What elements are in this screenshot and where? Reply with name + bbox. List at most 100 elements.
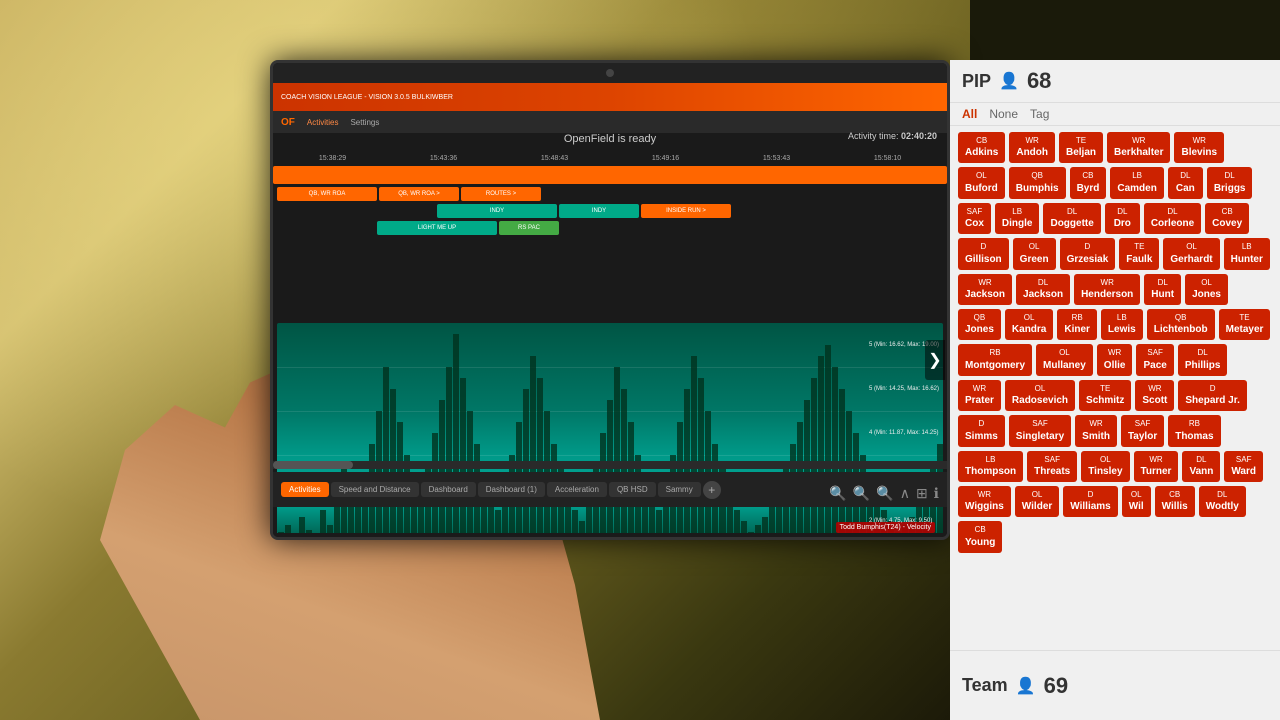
player-tag-radosevich[interactable]: OLRadosevich — [1005, 380, 1075, 411]
filter-none[interactable]: None — [989, 107, 1018, 121]
player-tag-willis[interactable]: CBWillis — [1155, 486, 1195, 517]
session-block-inside-run[interactable]: INSIDE RUN > — [641, 204, 731, 218]
player-tag-doggette[interactable]: DLDoggette — [1043, 203, 1100, 234]
player-tag-williams[interactable]: DWilliams — [1063, 486, 1117, 517]
player-tag-ollie[interactable]: WROllie — [1097, 344, 1133, 375]
player-tag-berkhalter[interactable]: WRBerkhalter — [1107, 132, 1170, 163]
panel-collapse-button[interactable]: ❯ — [925, 340, 945, 380]
session-block-rs-pac[interactable]: RS PAC — [499, 221, 559, 235]
tab-speed-distance[interactable]: Speed and Distance — [331, 482, 419, 497]
session-row-2: INDY INDY INSIDE RUN > — [277, 203, 943, 219]
player-tag-montgomery[interactable]: RBMontgomery — [958, 344, 1032, 375]
nav-activities[interactable]: Activities — [307, 118, 339, 127]
player-tag-mullaney[interactable]: OLMullaney — [1036, 344, 1093, 375]
add-tab-button[interactable]: + — [703, 481, 721, 499]
filter-all[interactable]: All — [962, 107, 977, 121]
player-tag-dingle[interactable]: LBDingle — [995, 203, 1040, 234]
tab-qb-hsd[interactable]: QB HSD — [609, 482, 656, 497]
player-tag-wilder[interactable]: OLWilder — [1015, 486, 1059, 517]
player-tag-briggs[interactable]: DLBriggs — [1207, 167, 1253, 198]
expand-icon[interactable]: ∧ — [900, 485, 910, 502]
player-tag-faulk[interactable]: TEFaulk — [1119, 238, 1159, 269]
session-block-light-me-up[interactable]: LIGHT ME UP — [377, 221, 497, 235]
player-tag-cox[interactable]: SAFCox — [958, 203, 991, 234]
player-tag-gerhardt[interactable]: OLGerhardt — [1163, 238, 1219, 269]
player-tag-wodtly[interactable]: DLWodtly — [1199, 486, 1246, 517]
session-block-indy1[interactable]: INDY — [437, 204, 557, 218]
tab-sammy[interactable]: Sammy — [658, 482, 701, 497]
chart-bar — [348, 503, 354, 533]
player-tag-byrd[interactable]: CBByrd — [1070, 167, 1107, 198]
player-tag-wiggins[interactable]: WRWiggins — [958, 486, 1011, 517]
player-tag-beljan[interactable]: TEBeljan — [1059, 132, 1103, 163]
player-tag-phillips[interactable]: DLPhillips — [1178, 344, 1228, 375]
player-tag-jackson-dl[interactable]: DLJackson — [1016, 274, 1070, 305]
player-tag-dro[interactable]: DLDro — [1105, 203, 1140, 234]
player-tag-adkins[interactable]: CBAdkins — [958, 132, 1005, 163]
player-tag-jones-ol[interactable]: OLJones — [1185, 274, 1228, 305]
player-tag-thomas[interactable]: RBThomas — [1168, 415, 1220, 446]
session-row-3: LIGHT ME UP RS PAC — [277, 220, 943, 236]
player-tag-grzesiak[interactable]: DGrzesiak — [1060, 238, 1116, 269]
player-tag-young[interactable]: CBYoung — [958, 521, 1002, 552]
player-tag-jackson-wr[interactable]: WRJackson — [958, 274, 1012, 305]
player-tag-metayer[interactable]: TEMetayer — [1219, 309, 1271, 340]
session-block-qbwr-roa1[interactable]: QB, WR ROA — [277, 187, 377, 201]
player-tag-vann[interactable]: DLVann — [1182, 451, 1220, 482]
scroll-thumb[interactable] — [273, 461, 353, 469]
player-tag-schmitz[interactable]: TESchmitz — [1079, 380, 1131, 411]
search-icon[interactable]: 🔍 — [829, 485, 846, 502]
monitor-frame: COACH VISION LEAGUE - VISION 3.0.5 BULKI… — [270, 60, 950, 540]
player-tag-hunter[interactable]: LBHunter — [1224, 238, 1270, 269]
chart-bar — [755, 525, 761, 533]
info-icon[interactable]: ℹ — [934, 485, 939, 502]
scroll-indicator[interactable] — [273, 461, 947, 469]
player-tag-green[interactable]: OLGreen — [1013, 238, 1056, 269]
player-tag-taylor[interactable]: SAFTaylor — [1121, 415, 1164, 446]
session-block-indy2[interactable]: INDY — [559, 204, 639, 218]
player-tag-pace[interactable]: SAFPace — [1136, 344, 1173, 375]
grid-icon[interactable]: ⊞ — [916, 485, 928, 502]
player-tag-ward[interactable]: SAFWard — [1224, 451, 1263, 482]
player-tag-henderson[interactable]: WRHenderson — [1074, 274, 1140, 305]
player-tag-andoh[interactable]: WRAndoh — [1009, 132, 1055, 163]
player-tag-turner[interactable]: WRTurner — [1134, 451, 1179, 482]
tab-activities[interactable]: Activities — [281, 482, 329, 497]
player-tag-simms[interactable]: DSimms — [958, 415, 1005, 446]
player-tag-blevins[interactable]: WRBlevins — [1174, 132, 1224, 163]
player-tag-corleone[interactable]: DLCorleone — [1144, 203, 1201, 234]
player-tag-singletary[interactable]: SAFSingletary — [1009, 415, 1071, 446]
session-block-routes[interactable]: ROUTES > — [461, 187, 541, 201]
player-tag-shepard[interactable]: DShepard Jr. — [1178, 380, 1246, 411]
player-tag-kandra[interactable]: OLKandra — [1005, 309, 1053, 340]
zoom-in-icon[interactable]: 🔍 — [853, 485, 870, 502]
zoom-out-icon[interactable]: 🔍 — [876, 485, 893, 502]
tab-acceleration[interactable]: Acceleration — [547, 482, 607, 497]
player-tag-buford[interactable]: OLBuford — [958, 167, 1005, 198]
player-tag-smith[interactable]: WRSmith — [1075, 415, 1117, 446]
player-tag-threats[interactable]: SAFThreats — [1027, 451, 1077, 482]
player-tag-can[interactable]: DLCan — [1168, 167, 1203, 198]
monitor-screen: COACH VISION LEAGUE - VISION 3.0.5 BULKI… — [273, 83, 947, 537]
player-tag-kiner[interactable]: RBKiner — [1057, 309, 1097, 340]
player-tag-lewis[interactable]: LBLewis — [1101, 309, 1143, 340]
player-tag-wil[interactable]: OLWil — [1122, 486, 1151, 517]
player-tag-gillison[interactable]: DGillison — [958, 238, 1009, 269]
player-tag-jones-qb[interactable]: QBJones — [958, 309, 1001, 340]
player-tag-covey[interactable]: CBCovey — [1205, 203, 1249, 234]
pip-count: 68 — [1027, 68, 1051, 94]
player-tag-hunt[interactable]: DLHunt — [1144, 274, 1181, 305]
session-block-qbwr-roa2[interactable]: QB, WR ROA > — [379, 187, 459, 201]
player-tag-prater[interactable]: WRPrater — [958, 380, 1001, 411]
chart-bar — [537, 378, 543, 533]
player-tag-thompson[interactable]: LBThompson — [958, 451, 1023, 482]
player-tag-lichtenbob[interactable]: QBLichtenbob — [1147, 309, 1215, 340]
nav-settings[interactable]: Settings — [350, 118, 379, 127]
tab-dashboard[interactable]: Dashboard — [421, 482, 476, 497]
filter-tag[interactable]: Tag — [1030, 107, 1049, 121]
tab-dashboard-1[interactable]: Dashboard (1) — [478, 482, 545, 497]
player-tag-camden[interactable]: LBCamden — [1110, 167, 1163, 198]
player-tag-scott[interactable]: WRScott — [1135, 380, 1174, 411]
player-tag-tinsley[interactable]: OLTinsley — [1081, 451, 1129, 482]
player-tag-bumphis[interactable]: QBBumphis — [1009, 167, 1066, 198]
